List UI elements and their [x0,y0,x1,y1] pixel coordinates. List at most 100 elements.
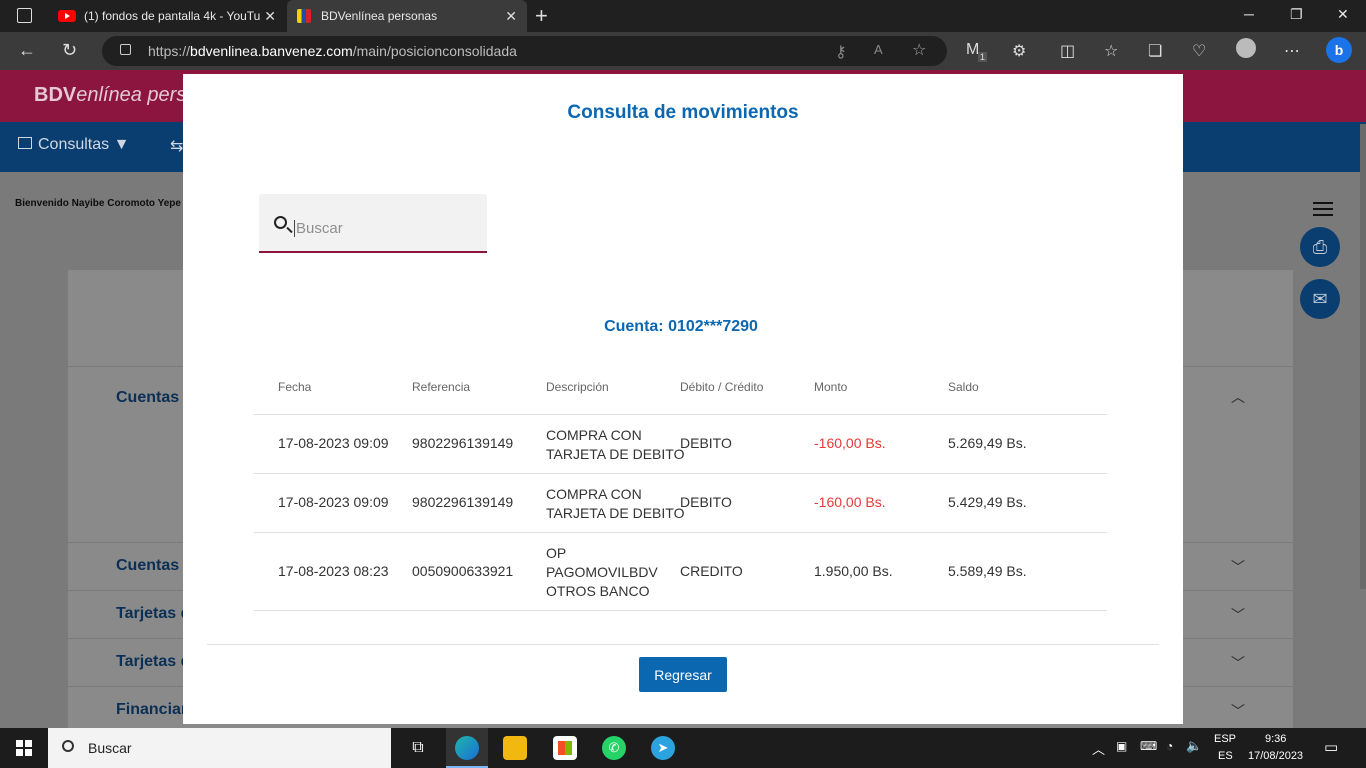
search-input[interactable] [294,220,474,237]
taskbar-search[interactable]: Buscar [48,728,391,768]
edge-icon[interactable] [455,736,479,760]
welcome-text: Bienvenido Nayibe Coromoto Yepe [15,198,181,209]
taskbar-search-placeholder: Buscar [88,740,132,756]
microsoft-store-icon[interactable] [553,736,577,760]
inbox-icon[interactable]: ⎙ [1300,227,1340,267]
cell-monto: 1.950,00 Bs. [814,563,893,579]
key-icon[interactable]: ⚷ [835,42,847,62]
cell-tipo: DEBITO [680,435,732,451]
chevron-down-icon: ﹀ [1231,559,1245,575]
language-top[interactable]: ESP [1214,733,1236,745]
favorite-star-icon[interactable]: ☆ [912,40,926,60]
cell-monto: -160,00 Bs. [814,435,886,451]
cell-tipo: CREDITO [680,563,743,579]
more-menu-icon[interactable]: ⋯ [1284,41,1300,61]
browser-tab-bar: (1) fondos de pantalla 4k - YouTu ✕ BDVe… [0,0,1366,32]
cell-referencia: 9802296139149 [412,435,514,451]
performance-icon[interactable]: ♡ [1192,41,1206,61]
tray-device-icon[interactable]: ▣ [1116,739,1127,753]
notifications-icon[interactable]: ▭ [1324,738,1338,756]
extension-badge: 1 [978,52,988,62]
favorites-icon[interactable]: ☆ [1104,41,1118,61]
table-row[interactable]: 17-08-2023 09:09 9802296139149 COMPRA CO… [254,415,1107,474]
cell-tipo: DEBITO [680,494,732,510]
new-tab-icon[interactable]: + [535,3,548,29]
collections-icon[interactable]: ❏ [1148,41,1162,61]
restore-icon[interactable]: ❐ [1290,6,1303,23]
cell-referencia: 0050900633921 [412,563,514,579]
cell-fecha: 17-08-2023 09:09 [278,435,389,451]
close-window-icon[interactable]: ✕ [1337,6,1349,23]
table-header: Fecha Referencia Descripción Débito / Cr… [254,364,1107,415]
windows-start-icon[interactable] [16,740,32,756]
url-host: bdvenlinea.banvenez.com [190,43,353,59]
modal-footer-divider [207,644,1159,645]
whatsapp-icon[interactable]: ✆ [602,736,626,760]
site-logo: BDVenlínea pers [34,84,187,106]
extensions-icon[interactable]: ⚙ [1012,41,1026,61]
col-saldo: Saldo [948,380,979,394]
page-scrollbar[interactable] [1360,124,1366,589]
profile-avatar-icon[interactable] [1236,38,1256,58]
language-bottom[interactable]: ES [1218,750,1233,762]
volume-icon[interactable]: 🔈 [1186,738,1202,754]
refresh-icon[interactable]: ↻ [62,40,77,61]
cell-descripcion: COMPRA CON TARJETA DE DEBITO [546,427,685,462]
minimize-icon[interactable]: ─ [1244,6,1254,22]
chevron-down-icon: ﹀ [1231,703,1245,719]
cell-monto: -160,00 Bs. [814,494,886,510]
col-monto: Monto [814,380,848,394]
address-bar-row: ← ↻ https://bdvenlinea.banvenez.com/main… [0,32,1366,70]
back-icon[interactable]: ← [18,40,36,61]
chevron-down-icon: ﹀ [1231,655,1245,671]
cell-fecha: 17-08-2023 09:09 [278,494,389,510]
file-explorer-icon[interactable] [503,736,527,760]
close-tab-icon[interactable]: ✕ [505,8,517,25]
read-aloud-icon[interactable]: A [874,42,883,57]
movements-table: Fecha Referencia Descripción Débito / Cr… [254,364,1107,611]
mail-icon[interactable]: ✉ [1300,279,1340,319]
cell-saldo: 5.589,49 Bs. [948,563,1027,579]
hamburger-menu-icon[interactable] [1313,202,1333,216]
search-box [259,194,487,253]
tab-actions-icon[interactable] [17,8,32,23]
tab-title: (1) fondos de pantalla 4k - YouTu [84,9,261,23]
lock-icon[interactable] [120,44,131,55]
search-icon [274,216,287,229]
regresar-button[interactable]: Regresar [639,657,727,692]
youtube-icon [58,10,76,22]
tab-bdv[interactable]: BDVenlínea personas ✕ [287,0,527,32]
transfer-icon[interactable]: ⇆ [170,136,183,156]
tray-chevron-icon[interactable]: ︿ [1092,739,1105,758]
close-tab-icon[interactable]: ✕ [264,8,276,25]
col-fecha: Fecha [278,380,312,394]
clock-time[interactable]: 9:36 [1265,733,1286,745]
telegram-icon[interactable]: ➤ [651,736,675,760]
nav-consultas[interactable]: Consultas ▼ [18,136,129,154]
windows-taskbar: Buscar ⧉ ✆ ➤ ︿ ▣ ⌨ ◔ 🔈 ESP ES 9:36 17/08… [0,728,1366,768]
movements-modal: Consulta de movimientos Cuenta: 0102***7… [183,74,1183,724]
col-referencia: Referencia [412,380,471,394]
col-debito-credito: Débito / Crédito [680,380,764,394]
bing-copilot-icon[interactable]: b [1326,37,1352,63]
chevron-up-icon: ︿ [1231,389,1245,405]
cell-descripcion: OP PAGOMOVILBDV OTROS BANCO [546,545,658,599]
cell-descripcion: COMPRA CON TARJETA DE DEBITO [546,486,685,521]
cell-saldo: 5.269,49 Bs. [948,435,1027,451]
table-row[interactable]: 17-08-2023 08:23 0050900633921 OP PAGOMOV… [254,533,1107,611]
wifi-icon[interactable]: ◔ [1166,739,1173,753]
account-number: Cuenta: 0102***7290 [604,318,758,335]
split-screen-icon[interactable]: ◫ [1060,41,1075,61]
cell-referencia: 9802296139149 [412,494,514,510]
task-view-icon[interactable]: ⧉ [406,736,430,760]
chevron-down-icon: ﹀ [1231,607,1245,623]
search-icon [62,740,74,752]
url-field[interactable]: https://bdvenlinea.banvenez.com/main/pos… [102,36,947,66]
tray-keyboard-icon[interactable]: ⌨ [1140,739,1157,753]
url-prefix: https:// [148,43,191,59]
table-row[interactable]: 17-08-2023 09:09 9802296139149 COMPRA CO… [254,474,1107,533]
chart-icon [18,137,32,149]
clock-date[interactable]: 17/08/2023 [1248,750,1303,762]
cell-saldo: 5.429,49 Bs. [948,494,1027,510]
tab-youtube[interactable]: (1) fondos de pantalla 4k - YouTu ✕ [50,0,286,32]
